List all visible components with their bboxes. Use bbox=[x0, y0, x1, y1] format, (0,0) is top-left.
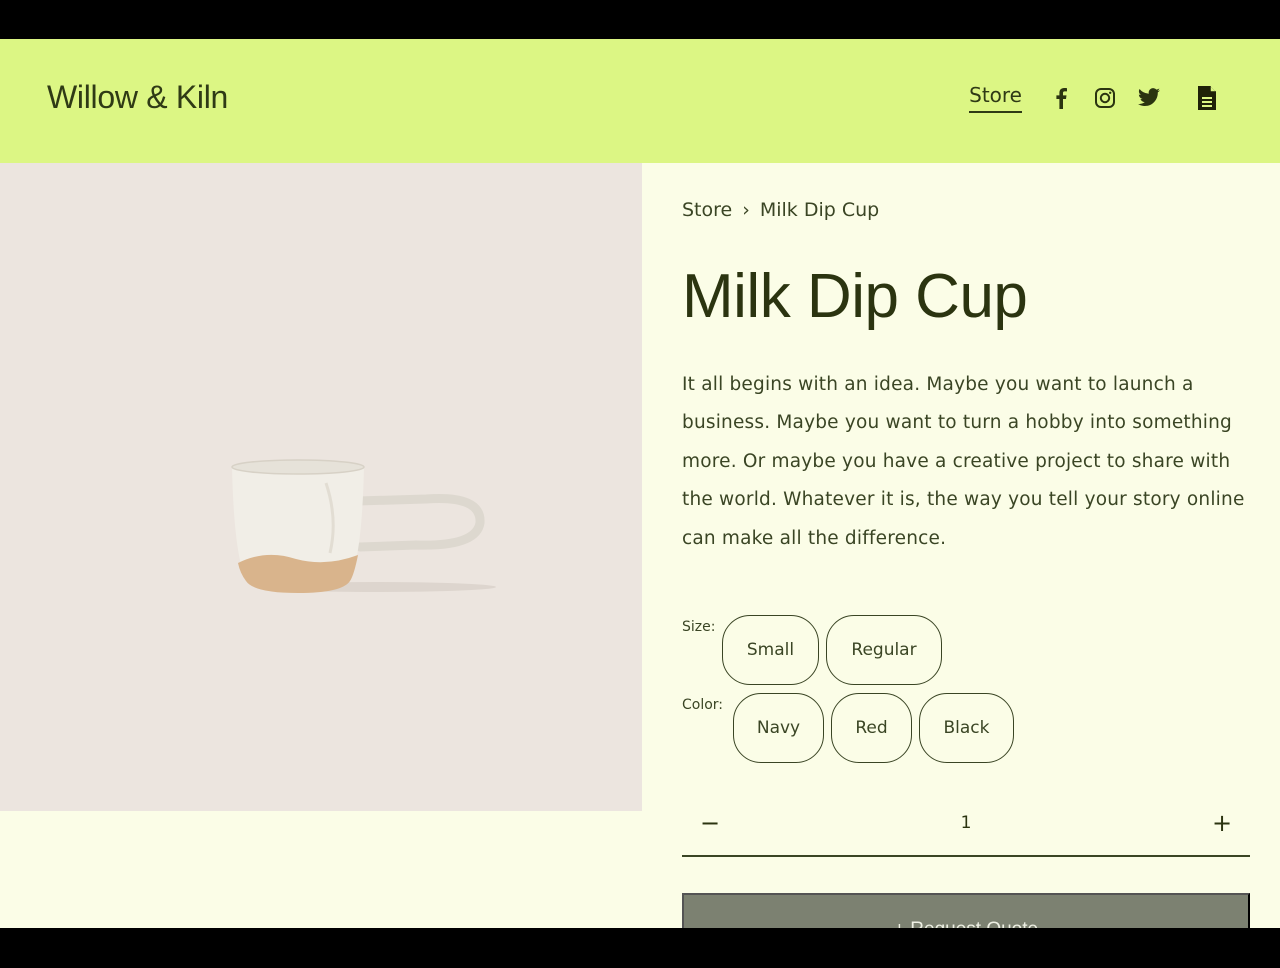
product-title: Milk Dip Cup bbox=[682, 262, 1028, 331]
site-header: Willow & Kiln Store bbox=[0, 39, 1280, 163]
size-label: Size: bbox=[682, 619, 716, 635]
twitter-icon[interactable] bbox=[1136, 85, 1162, 111]
color-option-black[interactable]: Black bbox=[919, 693, 1014, 763]
breadcrumb-separator: › bbox=[742, 199, 750, 221]
header-nav: Store bbox=[969, 83, 1220, 113]
color-option-red[interactable]: Red bbox=[831, 693, 912, 763]
quantity-value[interactable]: 1 bbox=[682, 813, 1250, 833]
color-options: Color: Navy Red Black bbox=[682, 693, 1021, 763]
brand-logo[interactable]: Willow & Kiln bbox=[47, 79, 228, 116]
color-label: Color: bbox=[682, 697, 724, 713]
breadcrumb-current: Milk Dip Cup bbox=[759, 199, 880, 221]
facebook-icon[interactable] bbox=[1048, 85, 1074, 111]
document-icon[interactable] bbox=[1194, 85, 1220, 111]
product-description: It all begins with an idea. Maybe you wa… bbox=[682, 374, 1245, 549]
breadcrumb-store-link[interactable]: Store bbox=[682, 199, 732, 221]
cup-illustration bbox=[231, 459, 496, 593]
size-option-regular[interactable]: Regular bbox=[826, 615, 942, 685]
page: Willow & Kiln Store Store › Milk Dip Cup… bbox=[0, 39, 1280, 928]
top-letterbox bbox=[0, 0, 1280, 39]
size-options: Size: Small Regular bbox=[682, 615, 949, 685]
quantity-increment-button[interactable]: + bbox=[1202, 809, 1242, 837]
breadcrumb: Store › Milk Dip Cup bbox=[682, 199, 879, 221]
product-image bbox=[0, 163, 642, 811]
color-option-navy[interactable]: Navy bbox=[733, 693, 824, 763]
size-option-small[interactable]: Small bbox=[722, 615, 819, 685]
quantity-stepper: − 1 + bbox=[682, 803, 1250, 857]
request-quote-button[interactable]: + Request Quote bbox=[682, 893, 1250, 928]
instagram-icon[interactable] bbox=[1092, 85, 1118, 111]
bottom-letterbox bbox=[0, 928, 1280, 968]
nav-store-link[interactable]: Store bbox=[969, 83, 1022, 113]
